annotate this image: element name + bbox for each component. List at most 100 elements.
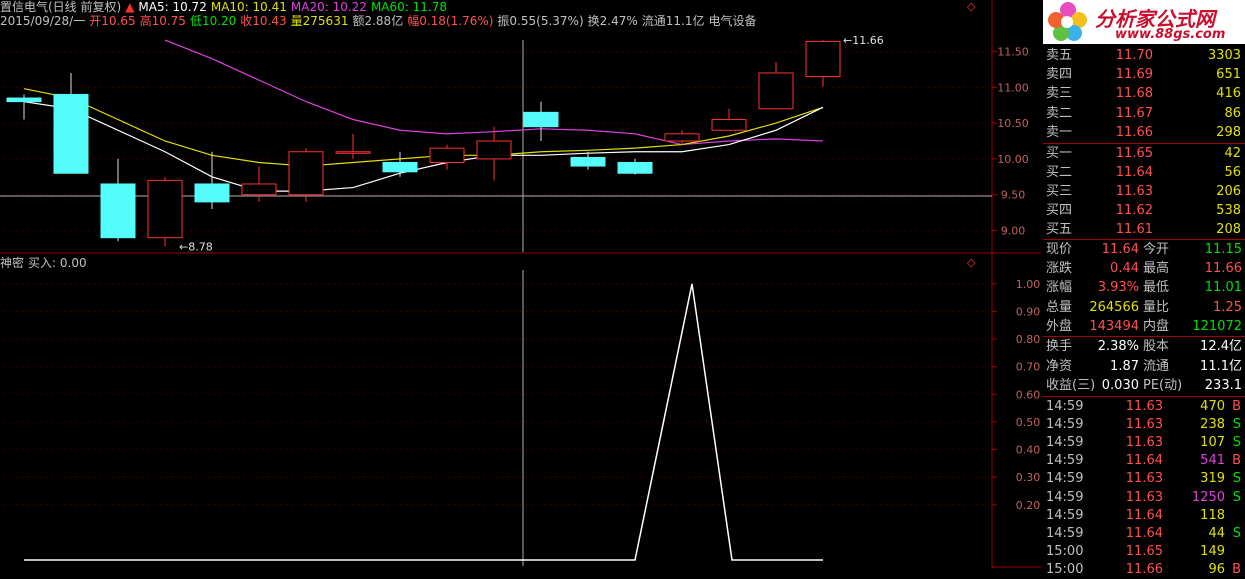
- bid-row[interactable]: 买五 11.61 208: [1043, 220, 1245, 239]
- ask-label: 卖五: [1046, 48, 1073, 63]
- tick-price: 11.64: [1125, 507, 1163, 523]
- tick-time: 14:59: [1046, 417, 1084, 433]
- ask-volume: 298: [1216, 124, 1241, 140]
- stat-label: 今开: [1143, 242, 1170, 257]
- y-tick-label: 0.80: [1016, 333, 1041, 346]
- tick-side: S: [1232, 417, 1241, 433]
- stat-value: 11.1亿: [1200, 358, 1242, 374]
- stat-value: 1.87: [1110, 358, 1139, 374]
- candle-body: [6, 97, 42, 103]
- low-annotation: ←8.78: [179, 240, 213, 253]
- stat-label: 内盘: [1143, 318, 1170, 334]
- ask-row[interactable]: 卖一 11.66 298: [1043, 123, 1245, 142]
- ask-row[interactable]: 卖三 11.68 416: [1043, 84, 1245, 103]
- stat-row: 换手 2.38% 股本 12.4亿: [1043, 337, 1245, 356]
- indicator-line: [24, 283, 823, 561]
- stat-row: 总量 264566 量比 1.25: [1043, 298, 1245, 317]
- stat-value: 0.44: [1110, 261, 1139, 277]
- tick-volume: 238: [1200, 417, 1225, 433]
- candle-body: [711, 119, 747, 131]
- diamond-icon[interactable]: ◇: [967, 256, 975, 269]
- y-tick-label: 10.50: [997, 117, 1029, 130]
- ask-label: 卖四: [1046, 67, 1073, 83]
- bid-volume: 42: [1224, 146, 1241, 161]
- stat-value: 264566: [1089, 299, 1139, 315]
- tick-time: 14:59: [1046, 399, 1084, 414]
- diamond-icon[interactable]: ◇: [967, 0, 975, 13]
- indicator-value: 买入: 0.00: [28, 256, 87, 270]
- amount-label: 额2.88亿: [352, 14, 404, 28]
- stat-value: 121072: [1192, 318, 1242, 334]
- tick-price: 11.65: [1125, 543, 1163, 559]
- y-tick-label: 0.60: [1016, 388, 1041, 401]
- bid-volume: 208: [1216, 222, 1241, 237]
- stock-name: 置信电气(日线 前复权): [0, 0, 122, 14]
- bid-label: 买五: [1046, 222, 1073, 237]
- ask-row[interactable]: 卖五 11.70 3303: [1043, 46, 1245, 65]
- stat-value: 11.01: [1204, 280, 1242, 296]
- stat-value: 11.66: [1204, 261, 1242, 277]
- tick-side: B: [1232, 453, 1241, 469]
- stat-label: 收益(三): [1046, 378, 1096, 393]
- candle-body: [147, 179, 183, 239]
- candle-body: [194, 183, 230, 203]
- ohlc-header: 2015/09/28/一 开10.65 高10.75 低10.20 收10.43 量275…: [0, 14, 761, 28]
- sector-label: 电气设备: [708, 14, 757, 28]
- tick-price: 11.63: [1125, 435, 1163, 451]
- tick-row: 14:59 11.63 1250 S: [1043, 488, 1245, 507]
- y-tick-label: 0.50: [1016, 416, 1041, 429]
- indicator-name: 神密: [0, 256, 25, 270]
- chart-area[interactable]: 11.50 11.00 10.50 10.00 9.50 9.00 ←11.66 ←8.78 1…: [0, 0, 1041, 568]
- logo-url: www.88gs.com: [1115, 27, 1226, 42]
- open-label: 开10.65: [89, 14, 136, 28]
- bid-row[interactable]: 买一 11.65 42: [1043, 144, 1245, 163]
- tick-time: 14:59: [1046, 507, 1084, 523]
- ma60-label: MA60: 11.78: [370, 0, 447, 14]
- stat-value: 1.25: [1213, 299, 1242, 315]
- ask-row[interactable]: 卖四 11.69 651: [1043, 65, 1245, 84]
- ask-row[interactable]: 卖二 11.67 86: [1043, 104, 1245, 123]
- bid-volume: 538: [1216, 203, 1241, 218]
- tick-volume: 118: [1200, 507, 1225, 523]
- bid-row[interactable]: 买二 11.64 56: [1043, 163, 1245, 182]
- tick-side: S: [1232, 471, 1241, 487]
- bid-label: 买三: [1046, 184, 1073, 199]
- tick-volume: 470: [1200, 399, 1225, 414]
- tick-price: 11.64: [1125, 453, 1163, 469]
- stat-label: 总量: [1046, 299, 1073, 315]
- tick-volume: 541: [1200, 453, 1225, 469]
- tick-time: 15:00: [1046, 561, 1084, 577]
- bid-label: 买二: [1046, 165, 1073, 180]
- candle-body: [758, 72, 794, 110]
- candle-body: [805, 40, 841, 78]
- ma20-label: MA20: 10.22: [290, 0, 367, 14]
- candle-body: [288, 151, 324, 196]
- tick-price: 11.63: [1125, 471, 1163, 487]
- stat-row: 收益(三) 0.030 PE(动) 233.1: [1043, 376, 1245, 395]
- logo: 分析家公式网 www.88gs.com: [1043, 0, 1245, 44]
- ma-header: 置信电气(日线 前复权) ▲ MA5: 10.72 MA10: 10.41 MA20: …: [0, 0, 451, 14]
- bid-volume: 56: [1224, 165, 1241, 180]
- ask-price: 11.69: [1115, 67, 1153, 83]
- tick-volume: 1250: [1191, 489, 1225, 505]
- tick-side: S: [1232, 435, 1241, 451]
- stat-value: 11.15: [1204, 242, 1242, 257]
- y-tick-label: 0.40: [1016, 444, 1041, 457]
- tick-price: 11.64: [1125, 525, 1163, 541]
- tick-row: 14:59 11.64 118: [1043, 506, 1245, 525]
- bid-row[interactable]: 买四 11.62 538: [1043, 201, 1245, 220]
- y-tick-label: 0.90: [1016, 305, 1041, 318]
- bid-row[interactable]: 买三 11.63 206: [1043, 182, 1245, 201]
- ask-price: 11.68: [1115, 86, 1153, 102]
- kline-chart[interactable]: 11.50 11.00 10.50 10.00 9.50 9.00 ←11.66 ←8.78 1…: [0, 0, 1041, 568]
- stat-label: 流通: [1143, 358, 1170, 374]
- candle-body: [335, 151, 371, 154]
- stat-row: 涨跌 0.44 最高 11.66: [1043, 259, 1245, 278]
- up-arrow-icon: ▲: [125, 0, 135, 14]
- tick-volume: 44: [1208, 525, 1225, 541]
- stat-label: 最高: [1143, 261, 1170, 277]
- tick-side: B: [1232, 399, 1241, 414]
- y-tick-label: 0.70: [1016, 361, 1041, 374]
- ask-volume: 416: [1216, 86, 1241, 102]
- low-label: 低10.20: [189, 14, 237, 28]
